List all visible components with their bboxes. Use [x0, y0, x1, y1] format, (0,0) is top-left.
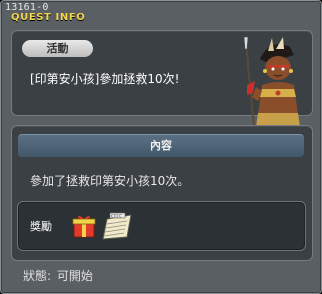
npc-portrait-icon [243, 36, 300, 133]
svg-text:CCCC: CCCC [111, 214, 122, 220]
reward-label: 獎勵 [30, 220, 52, 233]
gift-box-icon[interactable] [70, 212, 98, 240]
quest-status: 狀態: 可開始 [21, 267, 93, 284]
window-title: QUEST INFO [11, 12, 86, 23]
content-header: 內容 [18, 134, 304, 157]
quest-summary-panel: 活動 [印第安小孩]參加拯救10次! [11, 30, 313, 133]
status-value: 可開始 [56, 269, 93, 283]
quest-name: [印第安小孩]參加拯救10次! [30, 72, 180, 86]
reward-box: 獎勵 CCCC [17, 201, 306, 251]
status-label: 狀態: [23, 269, 52, 283]
ticket-icon[interactable]: CCCC [100, 211, 134, 241]
quest-info-window: 13161-0 QUEST INFO 活動 [印第安小孩]參加拯救10次! 內容… [0, 0, 322, 294]
quest-content-panel: 內容 參加了拯救印第安小孩10次。 獎勵 CCCC [11, 125, 313, 261]
activity-badge: 活動 [22, 40, 93, 57]
quest-description: 參加了拯救印第安小孩10次。 [30, 174, 190, 188]
